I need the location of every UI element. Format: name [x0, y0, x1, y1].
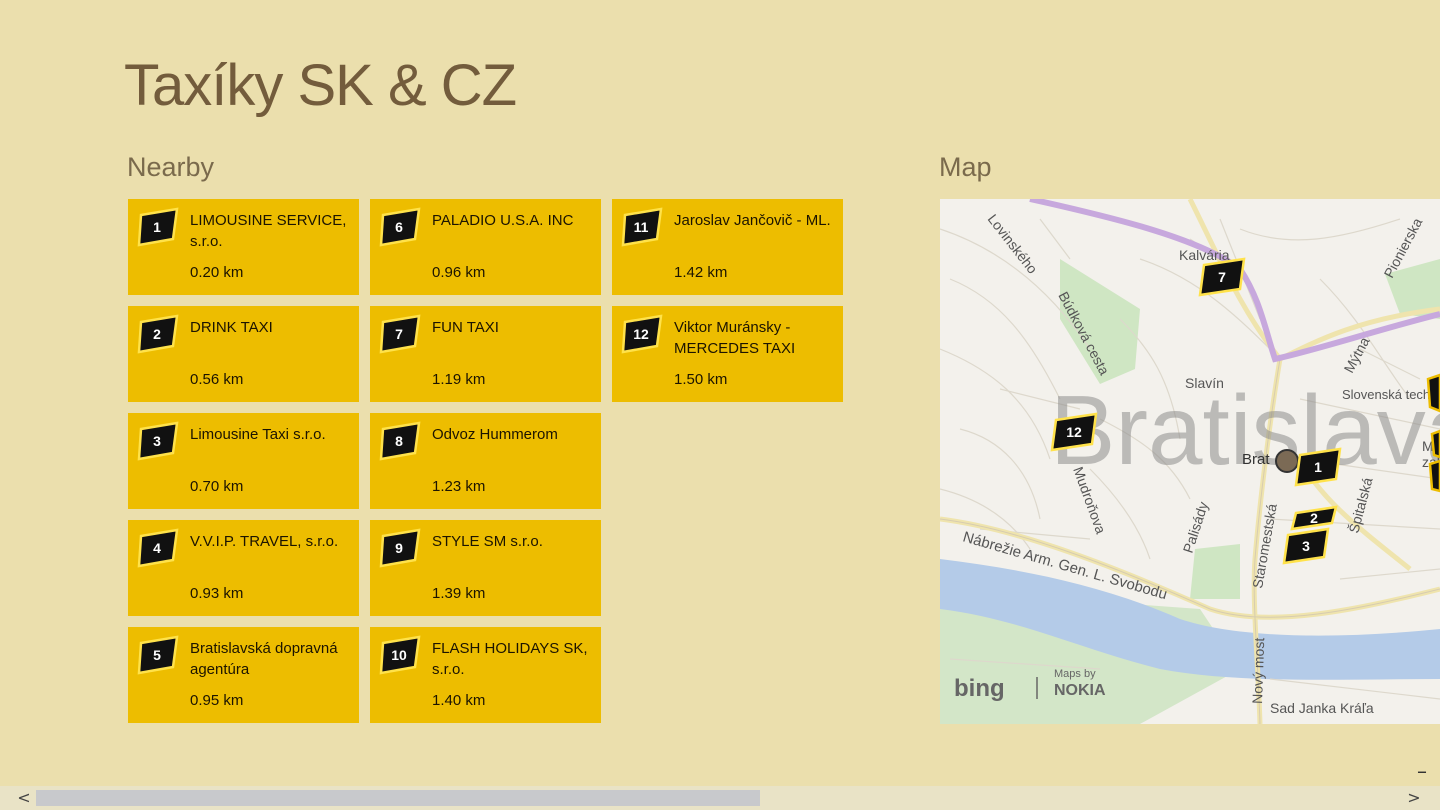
- taxi-number-badge: 2: [137, 314, 181, 354]
- map-label-palisady: Palisády: [1180, 500, 1212, 555]
- taxi-number: 7: [395, 326, 403, 342]
- taxi-name: FLASH HOLIDAYS SK, s.r.o.: [432, 640, 588, 678]
- taxi-distance: 0.56 km: [190, 371, 244, 388]
- taxi-distance: 1.39 km: [432, 585, 486, 602]
- map-pin-number: 12: [1066, 424, 1082, 440]
- taxi-distance: 1.19 km: [432, 371, 486, 388]
- map-view[interactable]: Bratislava Lovinského Kalvária Búdková c…: [940, 199, 1440, 724]
- nearby-header[interactable]: Nearby: [127, 152, 214, 183]
- taxi-distance: 0.96 km: [432, 264, 486, 281]
- taxi-distance: 1.23 km: [432, 478, 486, 495]
- app-title: Taxíky SK & CZ: [124, 53, 517, 118]
- taxi-tile[interactable]: 12 Viktor Muránsky - MERCEDES TAXI 1.50 km: [612, 306, 843, 402]
- map-pin[interactable]: 12: [1050, 412, 1098, 452]
- scroll-left-button[interactable]: <: [14, 788, 34, 808]
- taxi-distance: 0.95 km: [190, 692, 244, 709]
- taxi-name: DRINK TAXI: [190, 319, 273, 336]
- map-label-slavin: Slavín: [1185, 375, 1224, 391]
- taxi-tile[interactable]: 6 PALADIO U.S.A. INC 0.96 km: [370, 199, 601, 295]
- taxi-number: 6: [395, 219, 403, 235]
- map-pin-edge[interactable]: [1430, 429, 1440, 459]
- taxi-number-badge: 6: [379, 207, 423, 247]
- taxi-tile[interactable]: 2 DRINK TAXI 0.56 km: [128, 306, 359, 402]
- taxi-tile[interactable]: 5 Bratislavská dopravná agentúra 0.95 km: [128, 627, 359, 723]
- taxi-distance: 1.40 km: [432, 692, 486, 709]
- map-pin-number: 7: [1218, 269, 1226, 285]
- taxi-number: 10: [391, 647, 407, 663]
- taxi-name: V.V.I.P. TRAVEL, s.r.o.: [190, 533, 339, 550]
- taxi-number-badge: 12: [621, 314, 665, 354]
- taxi-number-badge: 11: [621, 207, 665, 247]
- taxi-number: 9: [395, 540, 403, 556]
- taxi-tile[interactable]: 8 Odvoz Hummerom 1.23 km: [370, 413, 601, 509]
- taxi-number-badge: 10: [379, 635, 423, 675]
- scroll-thumb[interactable]: [36, 790, 760, 806]
- taxi-number: 1: [153, 219, 161, 235]
- taxi-number-badge: 3: [137, 421, 181, 461]
- map-pin-edge[interactable]: [1428, 459, 1440, 493]
- taxi-name: Bratislavská dopravná agentúra: [190, 640, 338, 678]
- taxi-name: Viktor Muránsky - MERCEDES TAXI: [674, 319, 796, 357]
- taxi-number-badge: 9: [379, 528, 423, 568]
- taxi-tile[interactable]: 10 FLASH HOLIDAYS SK, s.r.o. 1.40 km: [370, 627, 601, 723]
- current-location-marker[interactable]: [1275, 449, 1299, 473]
- map-label-stu: Slovenská technická univerzita: [1342, 387, 1440, 402]
- taxi-name: Jaroslav Jančovič - ML.: [674, 212, 831, 229]
- map-label-kalvaria: Kalvária: [1179, 247, 1230, 263]
- taxi-number-badge: 8: [379, 421, 423, 461]
- taxi-number: 12: [633, 326, 649, 342]
- taxi-number: 5: [153, 647, 161, 663]
- taxi-grid: 1 LIMOUSINE SERVICE, s.r.o. 0.20 km 2 DRINK …: [128, 199, 843, 723]
- taxi-name: Limousine Taxi s.r.o.: [190, 426, 326, 443]
- taxi-distance: 1.50 km: [674, 371, 728, 388]
- taxi-distance: 0.20 km: [190, 264, 244, 281]
- map-label-brat: Brat: [1242, 451, 1270, 468]
- taxi-number-badge: 7: [379, 314, 423, 354]
- scroll-track[interactable]: [36, 790, 1402, 806]
- map-label-sad: Sad Janka Kráľa: [1270, 700, 1374, 716]
- taxi-name: FUN TAXI: [432, 319, 499, 336]
- taxi-distance: 0.70 km: [190, 478, 244, 495]
- map-canvas[interactable]: Bratislava Lovinského Kalvária Búdková c…: [940, 199, 1440, 724]
- taxi-tile[interactable]: 1 LIMOUSINE SERVICE, s.r.o. 0.20 km: [128, 199, 359, 295]
- taxi-tile[interactable]: 3 Limousine Taxi s.r.o. 0.70 km: [128, 413, 359, 509]
- taxi-number: 11: [634, 219, 649, 235]
- nokia-logo: NOKIA: [1054, 682, 1106, 699]
- map-pin-number: 2: [1310, 510, 1318, 526]
- taxi-number: 4: [153, 540, 161, 556]
- maps-by-label: Maps by: [1054, 668, 1096, 680]
- map-pin[interactable]: 3: [1282, 527, 1330, 565]
- taxi-number-badge: 5: [137, 635, 181, 675]
- taxi-distance: 0.93 km: [190, 585, 244, 602]
- taxi-name: STYLE SM s.r.o.: [432, 533, 543, 550]
- horizontal-scrollbar[interactable]: < >: [0, 786, 1440, 810]
- taxi-name: PALADIO U.S.A. INC: [432, 212, 574, 229]
- scroll-right-button[interactable]: >: [1404, 788, 1424, 808]
- taxi-number: 2: [153, 326, 161, 342]
- map-pin-edge[interactable]: [1426, 373, 1440, 413]
- map-pin[interactable]: 1: [1294, 447, 1342, 487]
- taxi-distance: 1.42 km: [674, 264, 728, 281]
- taxi-number: 8: [395, 433, 403, 449]
- map-pin-number: 1: [1314, 459, 1322, 475]
- map-label-novy-most: Nový most: [1249, 637, 1267, 704]
- taxi-tile[interactable]: 9 STYLE SM s.r.o. 1.39 km: [370, 520, 601, 616]
- semantic-zoom-button[interactable]: –: [1412, 761, 1432, 782]
- bing-logo: bing: [954, 675, 1005, 702]
- map-pin[interactable]: 2: [1290, 505, 1338, 531]
- taxi-tile[interactable]: 11 Jaroslav Jančovič - ML. 1.42 km: [612, 199, 843, 295]
- taxi-tile[interactable]: 4 V.V.I.P. TRAVEL, s.r.o. 0.93 km: [128, 520, 359, 616]
- taxi-name: Odvoz Hummerom: [432, 426, 558, 443]
- taxi-tile[interactable]: 7 FUN TAXI 1.19 km: [370, 306, 601, 402]
- taxi-number: 3: [153, 433, 161, 449]
- map-pin[interactable]: 7: [1198, 257, 1246, 297]
- taxi-number-badge: 1: [137, 207, 181, 247]
- taxi-name: LIMOUSINE SERVICE, s.r.o.: [190, 212, 347, 250]
- map-header[interactable]: Map: [939, 152, 992, 183]
- map-pin-number: 3: [1302, 538, 1310, 554]
- taxi-number-badge: 4: [137, 528, 181, 568]
